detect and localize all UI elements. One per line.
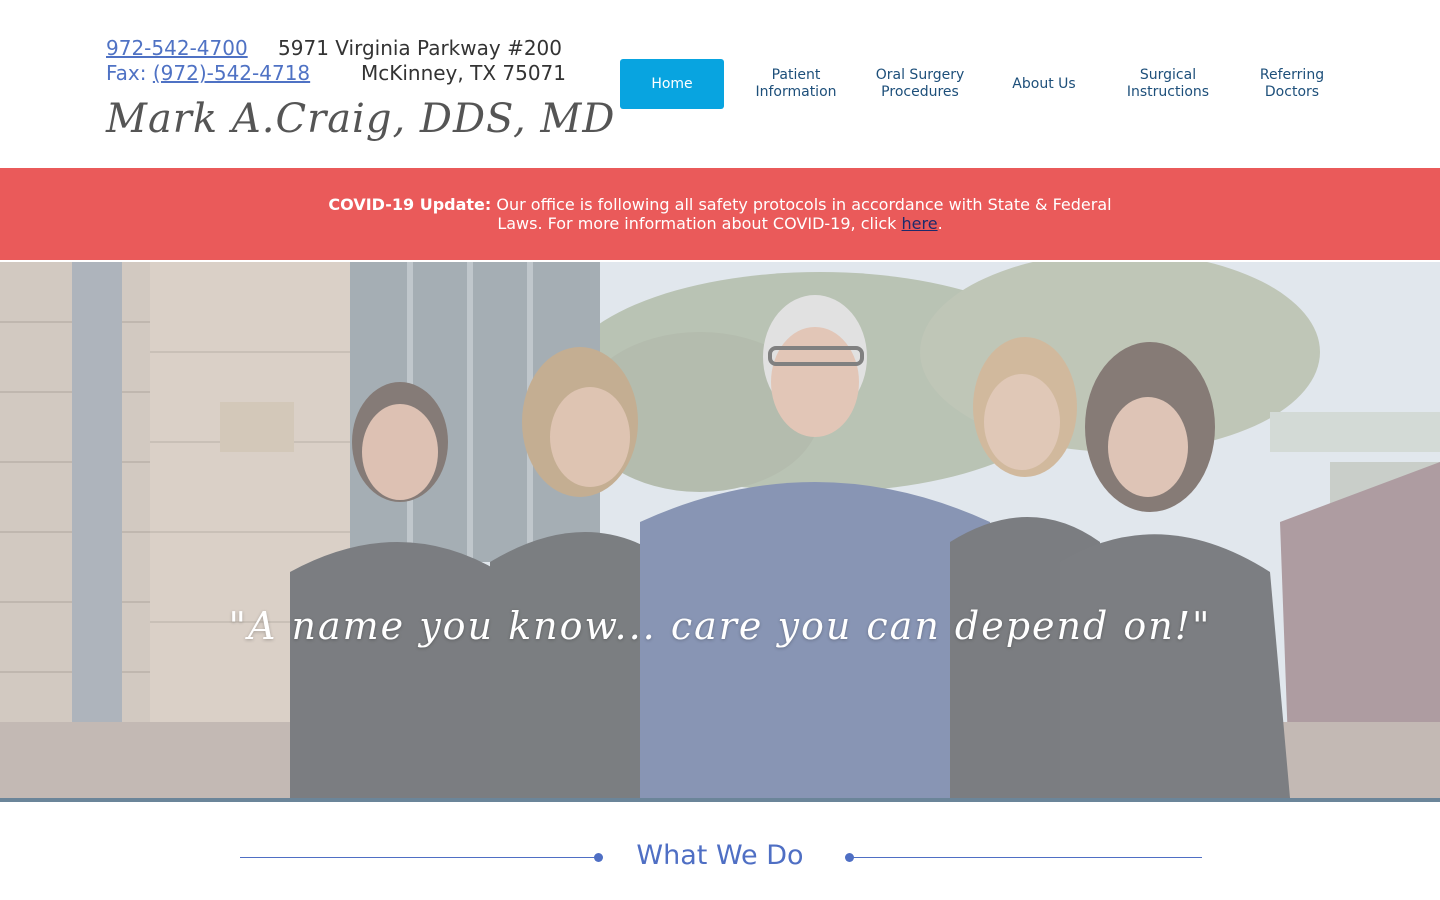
nav-label: Referring Doctors bbox=[1259, 67, 1325, 100]
fax-link[interactable]: (972)-542-4718 bbox=[153, 61, 310, 85]
fax-row: Fax: (972)-542-4718 bbox=[106, 61, 310, 85]
nav-about-us[interactable]: About Us bbox=[982, 59, 1106, 109]
covid-end: . bbox=[937, 214, 943, 233]
nav-referring-doctors[interactable]: Referring Doctors bbox=[1230, 59, 1354, 109]
nav-label: Surgical Instructions bbox=[1126, 67, 1210, 100]
nav-oral-surgery-procedures[interactable]: Oral Surgery Procedures bbox=[858, 59, 982, 109]
nav-surgical-instructions[interactable]: Surgical Instructions bbox=[1106, 59, 1230, 109]
covid-heading: COVID-19 Update: bbox=[328, 195, 492, 214]
section-title: What We Do bbox=[636, 840, 804, 871]
phone-link[interactable]: 972-542-4700 bbox=[106, 36, 248, 60]
site-header: 972-542-4700 Fax: (972)-542-4718 5971 Vi… bbox=[0, 0, 1440, 168]
hero-image bbox=[0, 262, 1440, 798]
main-nav: Home Patient Information Oral Surgery Pr… bbox=[620, 59, 1354, 109]
covid-banner: COVID-19 Update: Our office is following… bbox=[0, 168, 1440, 260]
hero-quote: "A name you know... care you can depend … bbox=[228, 604, 1212, 648]
address-line-2: McKinney, TX 75071 bbox=[360, 61, 566, 85]
divider-line-right bbox=[846, 857, 1202, 858]
nav-label: Patient Information bbox=[755, 67, 837, 100]
covid-here-link[interactable]: here bbox=[902, 214, 938, 233]
hero-overlay bbox=[0, 262, 1440, 798]
nav-label: About Us bbox=[1012, 75, 1076, 92]
section-heading: What We Do bbox=[240, 840, 1202, 876]
nav-patient-information[interactable]: Patient Information bbox=[734, 59, 858, 109]
nav-label: Home bbox=[651, 75, 693, 92]
address-line-1: 5971 Virginia Parkway #200 bbox=[278, 36, 562, 60]
nav-label: Oral Surgery Procedures bbox=[875, 67, 965, 100]
covid-body: Our office is following all safety proto… bbox=[491, 195, 1112, 233]
fax-label: Fax: bbox=[106, 61, 153, 85]
site-title[interactable]: Mark A.Craig, DDS, MD bbox=[106, 96, 615, 142]
nav-home[interactable]: Home bbox=[620, 59, 724, 109]
covid-message: COVID-19 Update: Our office is following… bbox=[310, 195, 1130, 233]
